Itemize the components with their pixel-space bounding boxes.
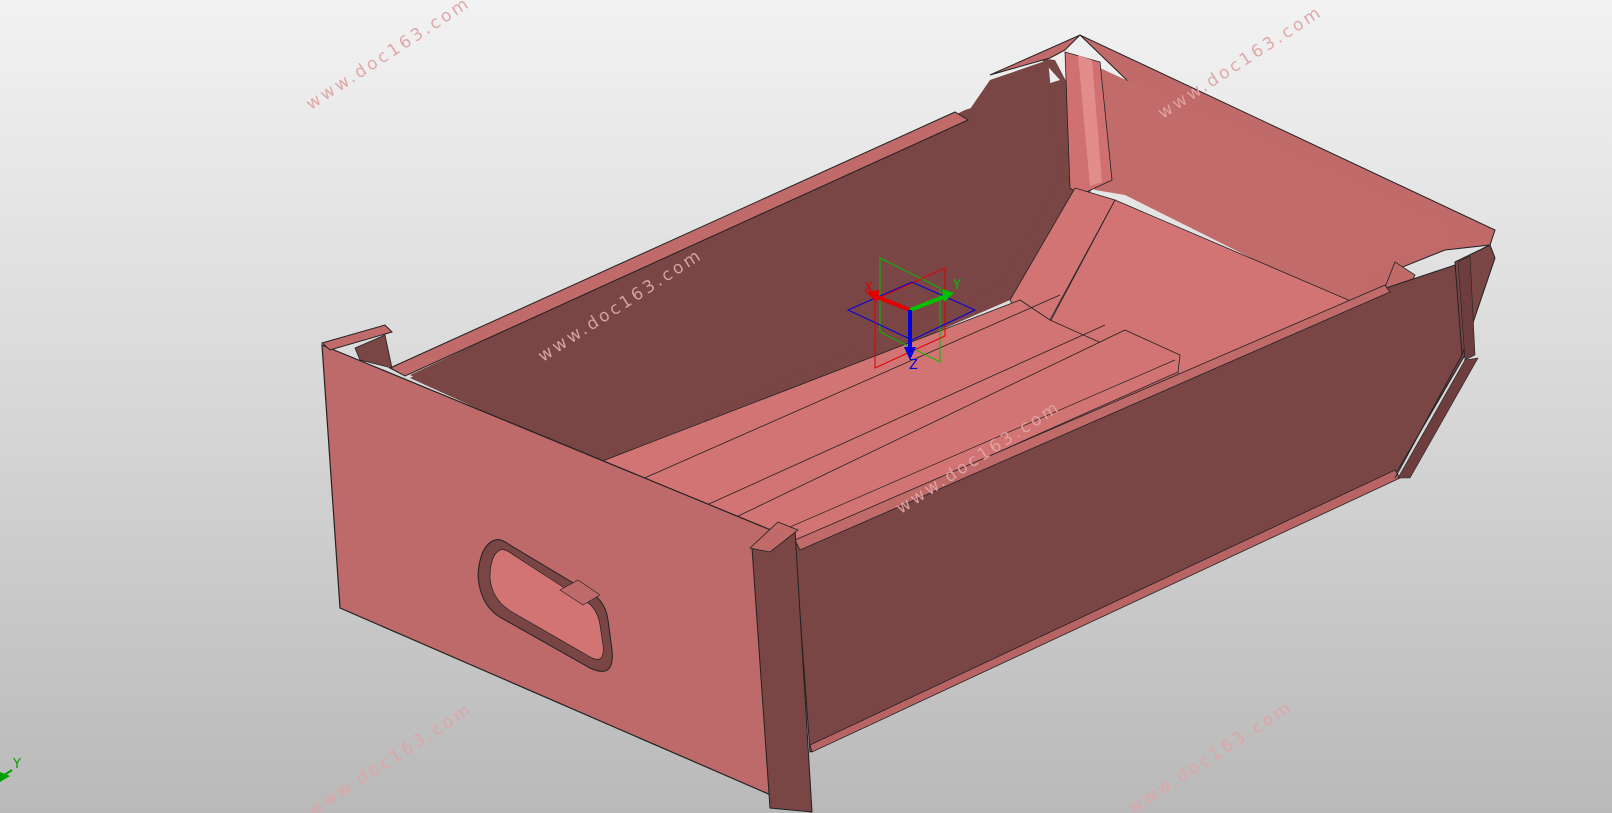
triad-z-label: Z	[909, 358, 918, 373]
corner-view-axis	[0, 769, 13, 782]
triad-x-label: X	[864, 281, 873, 296]
triad-y-label: Y	[953, 278, 961, 293]
corner-axis-y-label: Y	[13, 757, 21, 772]
tray-3d-model[interactable]	[0, 0, 1612, 813]
cad-3d-viewport[interactable]: X Y Z Y www.doc163.com www.doc163.com ww…	[0, 0, 1612, 813]
